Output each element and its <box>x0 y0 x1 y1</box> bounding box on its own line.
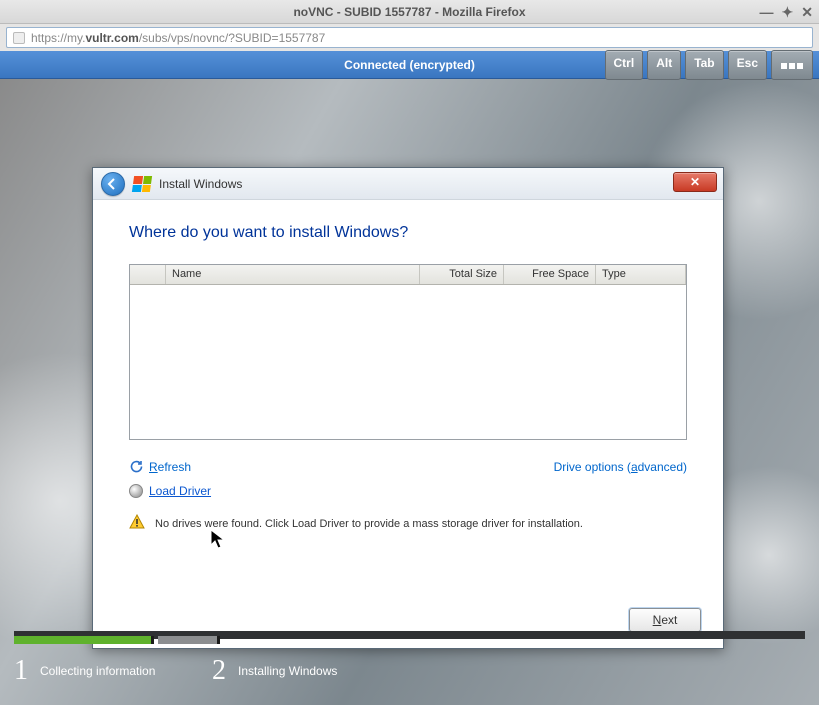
step-2: 2 Installing Windows <box>212 655 410 687</box>
vnc-key-tab[interactable]: Tab <box>685 50 723 80</box>
vnc-status-strip: Connected (encrypted) Ctrl Alt Tab Esc <box>0 51 819 79</box>
firefox-addressbar: https://my.vultr.com/subs/vps/novnc/?SUB… <box>0 24 819 51</box>
step-1-num: 1 <box>14 655 28 687</box>
col-total-size[interactable]: Total Size <box>420 265 504 284</box>
setup-steps: 1 Collecting information 2 Installing Wi… <box>14 655 805 687</box>
vnc-status-text: Connected (encrypted) <box>344 58 475 72</box>
drive-options-u: a <box>631 460 638 474</box>
next-post: ext <box>661 613 677 627</box>
firefox-titlebar: noVNC - SUBID 1557787 - Mozilla Firefox … <box>0 0 819 24</box>
warning-text: No drives were found. Click Load Driver … <box>155 518 583 530</box>
progress-track <box>14 631 805 639</box>
drive-list-header: Name Total Size Free Space Type <box>130 265 686 285</box>
window-title: noVNC - SUBID 1557787 - Mozilla Firefox <box>293 5 525 19</box>
url-input[interactable]: https://my.vultr.com/subs/vps/novnc/?SUB… <box>6 27 813 48</box>
back-button[interactable] <box>101 172 125 196</box>
vnc-viewport: Connected (encrypted) Ctrl Alt Tab Esc I… <box>0 51 819 705</box>
progress-step2 <box>158 636 220 644</box>
warning-icon <box>129 514 145 533</box>
vnc-key-ctrl[interactable]: Ctrl <box>605 50 644 80</box>
url-prefix: https://my. <box>31 31 85 45</box>
step-1-label: Collecting information <box>40 664 155 678</box>
refresh-link[interactable]: Refresh <box>129 460 211 474</box>
progress-step1 <box>14 636 154 644</box>
drive-options-pre: Drive options ( <box>554 460 631 474</box>
disc-icon <box>129 484 143 498</box>
drive-options-link[interactable]: Drive options (advanced) <box>554 460 687 498</box>
load-driver-label: Load Driver <box>149 484 211 498</box>
vnc-key-cad[interactable] <box>771 50 813 80</box>
dialog-close-button[interactable]: ✕ <box>673 172 717 192</box>
refresh-label-u: R <box>149 460 158 474</box>
minimize-icon[interactable]: — <box>760 5 774 19</box>
col-name[interactable]: Name <box>166 265 420 284</box>
install-windows-dialog: Install Windows ✕ Where do you want to i… <box>92 167 724 649</box>
maximize-icon[interactable]: ✦ <box>782 5 794 19</box>
col-type[interactable]: Type <box>596 265 686 284</box>
url-path: /subs/vps/novnc/?SUBID=1557787 <box>139 31 325 45</box>
lock-icon <box>13 32 25 44</box>
close-icon[interactable]: ✕ <box>801 5 813 19</box>
refresh-label: efresh <box>158 460 191 474</box>
next-button[interactable]: Next <box>629 608 701 632</box>
vnc-key-esc[interactable]: Esc <box>728 50 767 80</box>
load-driver-link[interactable]: Load Driver <box>129 484 211 498</box>
drive-list[interactable]: Name Total Size Free Space Type <box>129 264 687 440</box>
step-2-num: 2 <box>212 655 226 687</box>
vnc-key-alt[interactable]: Alt <box>647 50 681 80</box>
windows-logo-icon <box>132 176 152 192</box>
page-heading: Where do you want to install Windows? <box>129 224 687 242</box>
col-icon <box>130 265 166 284</box>
step-2-label: Installing Windows <box>238 664 337 678</box>
step-1: 1 Collecting information <box>14 655 212 687</box>
drive-options-post: dvanced) <box>638 460 687 474</box>
refresh-icon <box>129 460 143 474</box>
url-host: vultr.com <box>85 31 138 45</box>
warning-row: No drives were found. Click Load Driver … <box>129 514 687 533</box>
dialog-titlebar: Install Windows ✕ <box>93 168 723 200</box>
dialog-title: Install Windows <box>159 177 242 191</box>
col-free-space[interactable]: Free Space <box>504 265 596 284</box>
